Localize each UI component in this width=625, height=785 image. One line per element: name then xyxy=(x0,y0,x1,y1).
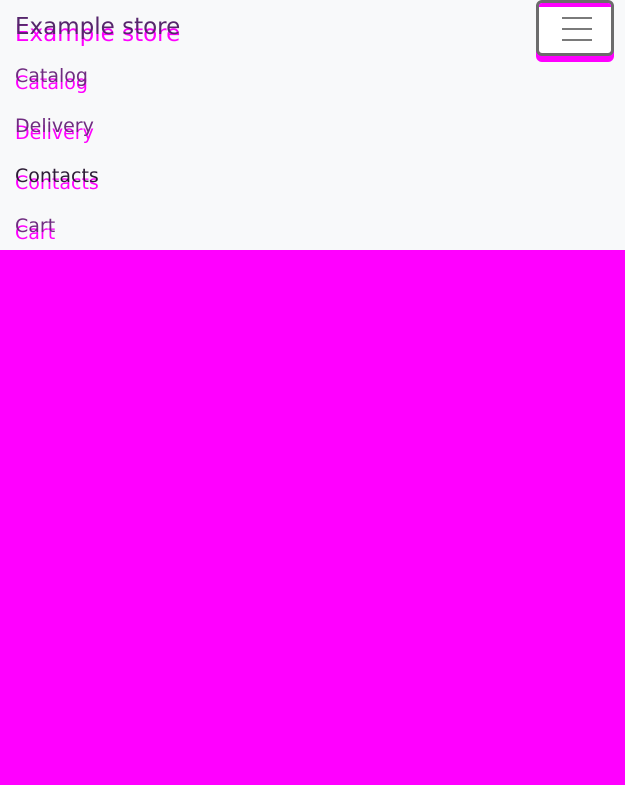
nav-item-contacts: Contacts Contacts xyxy=(15,160,99,210)
hamburger-menu-icon xyxy=(562,17,592,41)
nav-link-contacts[interactable]: Contacts Contacts xyxy=(15,160,99,194)
nav-link-catalog[interactable]: Catalog Catalog xyxy=(15,60,88,94)
nav-item-delivery: Delivery Delivery xyxy=(15,110,99,160)
nav-link-cart-label: Cart xyxy=(15,215,56,237)
nav-link-contacts-label: Contacts xyxy=(15,165,99,187)
nav-item-catalog: Catalog Catalog xyxy=(15,60,99,110)
nav-link-catalog-label: Catalog xyxy=(15,65,88,87)
nav-link-delivery-label: Delivery xyxy=(15,115,94,137)
nav-link-delivery[interactable]: Delivery Delivery xyxy=(15,110,94,144)
brand-link[interactable]: Example store Example store xyxy=(15,10,181,47)
navbar: Example store Example store Catalog Cata… xyxy=(0,0,625,250)
nav-menu: Catalog Catalog Delivery Delivery Contac… xyxy=(15,60,99,260)
nav-item-cart: Cart Cart xyxy=(15,210,99,260)
brand-name: Example store xyxy=(15,14,181,40)
nav-link-cart[interactable]: Cart Cart xyxy=(15,210,56,244)
navbar-toggle-button[interactable] xyxy=(536,0,614,56)
